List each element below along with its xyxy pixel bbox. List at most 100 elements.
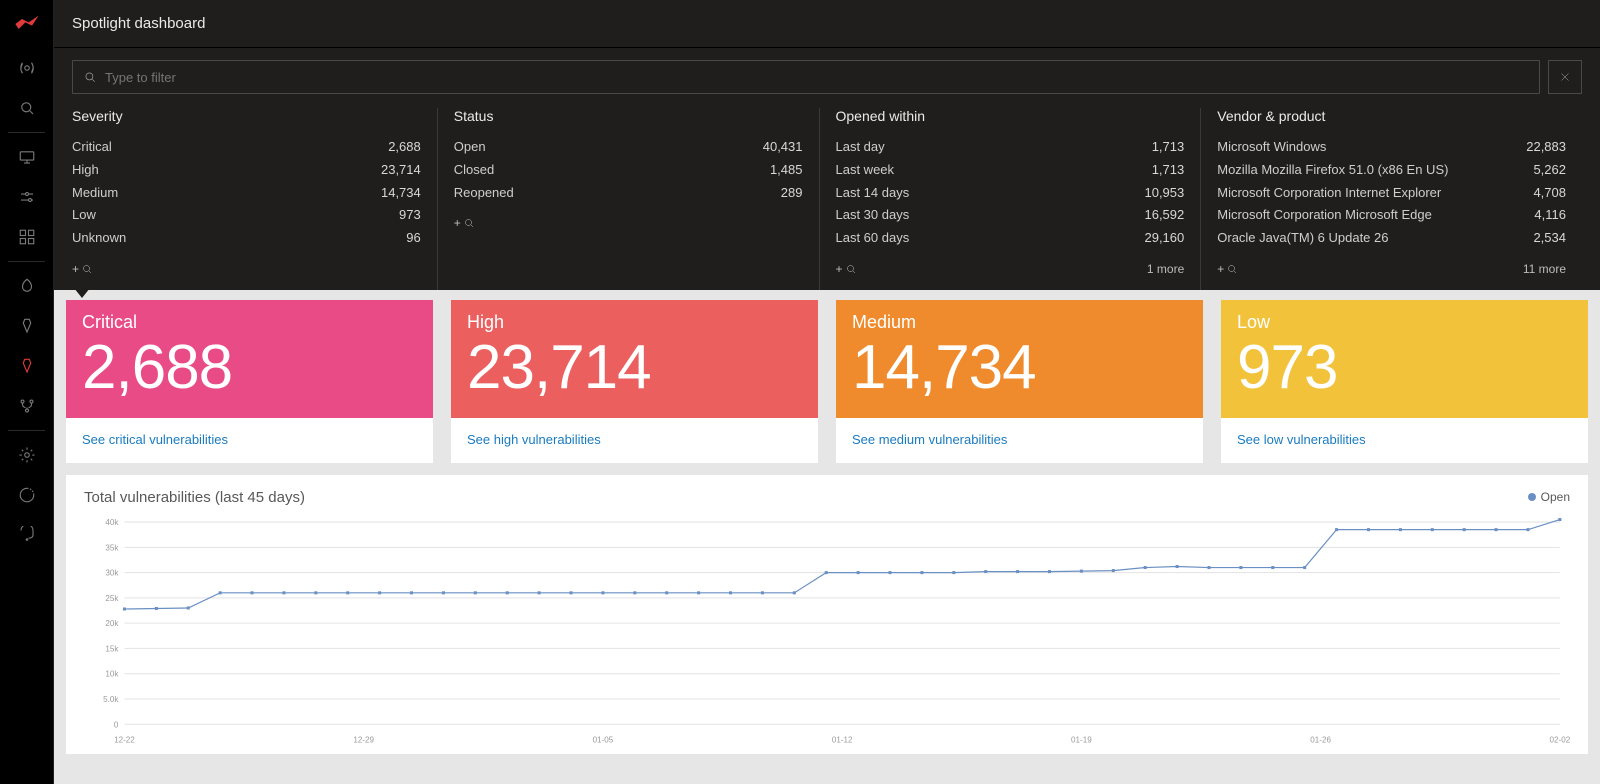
nav-item-branch[interactable] bbox=[0, 386, 53, 426]
facet-row-label: Open bbox=[454, 136, 486, 159]
facet-row-value: 22,883 bbox=[1526, 136, 1566, 159]
facet-row[interactable]: Last 14 days10,953 bbox=[836, 182, 1185, 205]
card-label: Critical bbox=[82, 312, 417, 333]
svg-text:15k: 15k bbox=[105, 644, 119, 653]
card-value: 14,734 bbox=[852, 331, 1187, 405]
brand-logo bbox=[0, 0, 53, 48]
facet-row-label: Last week bbox=[836, 159, 895, 182]
nav-item-investigate[interactable] bbox=[0, 88, 53, 128]
facet-more[interactable]: 11 more bbox=[1523, 262, 1566, 276]
svg-text:02-02: 02-02 bbox=[1550, 735, 1570, 744]
facet-row[interactable]: Mozilla Mozilla Firefox 51.0 (x86 En US)… bbox=[1217, 159, 1566, 182]
facet-row-value: 289 bbox=[781, 182, 803, 205]
facet-row[interactable]: High 23,714 bbox=[72, 159, 421, 182]
facet-title: Vendor & product bbox=[1217, 108, 1566, 124]
facet-row-value: 973 bbox=[399, 204, 421, 227]
facet-title: Severity bbox=[72, 108, 421, 124]
nav-item-spotlight[interactable] bbox=[0, 346, 53, 386]
facet-row[interactable]: Medium 14,734 bbox=[72, 182, 421, 205]
nav-item-discover[interactable] bbox=[0, 266, 53, 306]
nav-item-activity[interactable] bbox=[0, 48, 53, 88]
facet-add-search[interactable]: + bbox=[836, 262, 857, 276]
facet-row[interactable]: Microsoft Windows22,883 bbox=[1217, 136, 1566, 159]
facet-row-label: Microsoft Corporation Microsoft Edge bbox=[1217, 204, 1432, 227]
search-icon bbox=[1226, 263, 1238, 275]
nav-item-hosts[interactable] bbox=[0, 137, 53, 177]
card-label: Medium bbox=[852, 312, 1187, 333]
card-link[interactable]: See medium vulnerabilities bbox=[836, 418, 1203, 463]
nav-item-settings[interactable] bbox=[0, 435, 53, 475]
facet-title: Opened within bbox=[836, 108, 1185, 124]
facet-row[interactable]: Open40,431 bbox=[454, 136, 803, 159]
nav-item-intel[interactable] bbox=[0, 306, 53, 346]
svg-text:01-26: 01-26 bbox=[1310, 735, 1331, 744]
facet-status: Status Open40,431Closed 1,485Reopened289 + bbox=[437, 108, 819, 290]
filter-input[interactable] bbox=[105, 70, 1529, 85]
facet-row[interactable]: Last day1,713 bbox=[836, 136, 1185, 159]
nav-item-support[interactable] bbox=[0, 515, 53, 555]
facet-row[interactable]: Microsoft Corporation Microsoft Edge4,11… bbox=[1217, 204, 1566, 227]
facet-row-label: Oracle Java(TM) 6 Update 26 bbox=[1217, 227, 1388, 250]
card-value: 23,714 bbox=[467, 331, 802, 405]
plus-icon: + bbox=[454, 216, 461, 230]
svg-text:12-29: 12-29 bbox=[353, 735, 374, 744]
facet-row[interactable]: Last 30 days16,592 bbox=[836, 204, 1185, 227]
facet-row[interactable]: Reopened289 bbox=[454, 182, 803, 205]
facet-row-value: 14,734 bbox=[381, 182, 421, 205]
facet-row-value: 16,592 bbox=[1144, 204, 1184, 227]
facet-row[interactable]: Critical2,688 bbox=[72, 136, 421, 159]
card-value: 973 bbox=[1237, 331, 1572, 405]
facet-row-label: Closed bbox=[454, 159, 494, 182]
severity-card-low: Low973See low vulnerabilities bbox=[1221, 300, 1588, 463]
titlebar: Spotlight dashboard bbox=[54, 0, 1600, 48]
nav-item-configuration[interactable] bbox=[0, 177, 53, 217]
severity-card-medium: Medium14,734 See medium vulnerabilities bbox=[836, 300, 1203, 463]
filter-panel: Severity Critical2,688High 23,714 Medium 14,… bbox=[54, 48, 1600, 290]
search-icon bbox=[83, 70, 97, 84]
page-title: Spotlight dashboard bbox=[72, 15, 205, 32]
facet-row[interactable]: Low973 bbox=[72, 204, 421, 227]
dashboard-content: Critical2,688 See critical vulnerabilitie… bbox=[54, 290, 1600, 784]
facet-row-label: Microsoft Corporation Internet Explorer bbox=[1217, 182, 1441, 205]
nav-sidebar bbox=[0, 0, 54, 784]
severity-card-critical: Critical2,688 See critical vulnerabilitie… bbox=[66, 300, 433, 463]
facet-row-label: High bbox=[72, 159, 99, 182]
svg-text:0: 0 bbox=[114, 720, 119, 729]
nav-item-falcon[interactable] bbox=[0, 475, 53, 515]
search-icon bbox=[463, 217, 475, 229]
facet-row[interactable]: Last week1,713 bbox=[836, 159, 1185, 182]
facet-add-search[interactable]: + bbox=[454, 216, 475, 230]
facet-row-label: Unknown bbox=[72, 227, 126, 250]
facet-more[interactable]: 1 more bbox=[1147, 262, 1184, 276]
chart-panel: Total vulnerabilities (last 45 days) Ope… bbox=[66, 475, 1588, 755]
svg-text:25k: 25k bbox=[105, 594, 119, 603]
facet-title: Status bbox=[454, 108, 803, 124]
facet-row-value: 1,485 bbox=[770, 159, 803, 182]
facet-row-label: Mozilla Mozilla Firefox 51.0 (x86 En US) bbox=[1217, 159, 1448, 182]
facet-row[interactable]: Last 60 days29,160 bbox=[836, 227, 1185, 250]
facet-add-search[interactable]: + bbox=[72, 262, 93, 276]
facet-row-label: Medium bbox=[72, 182, 118, 205]
facet-row[interactable]: Closed 1,485 bbox=[454, 159, 803, 182]
facet-add-search[interactable]: + bbox=[1217, 262, 1238, 276]
card-link[interactable]: See low vulnerabilities bbox=[1221, 418, 1588, 463]
legend-label: Open bbox=[1541, 490, 1570, 504]
facet-row-value: 23,714 bbox=[381, 159, 421, 182]
card-link[interactable]: See critical vulnerabilities bbox=[66, 418, 433, 463]
card-link[interactable]: See high vulnerabilities bbox=[451, 418, 818, 463]
filter-search[interactable] bbox=[72, 60, 1540, 94]
svg-text:5.0k: 5.0k bbox=[103, 695, 119, 704]
facet-row[interactable]: Unknown 96 bbox=[72, 227, 421, 250]
svg-text:01-05: 01-05 bbox=[593, 735, 614, 744]
card-value: 2,688 bbox=[82, 331, 417, 405]
facet-row-value: 1,713 bbox=[1152, 136, 1185, 159]
nav-item-dashboards[interactable] bbox=[0, 217, 53, 257]
facet-row-value: 96 bbox=[406, 227, 420, 250]
facet-row[interactable]: Oracle Java(TM) 6 Update 262,534 bbox=[1217, 227, 1566, 250]
facet-row-label: Last 14 days bbox=[836, 182, 910, 205]
clear-filter-button[interactable] bbox=[1548, 60, 1582, 94]
svg-text:20k: 20k bbox=[105, 619, 119, 628]
facet-row[interactable]: Microsoft Corporation Internet Explorer4… bbox=[1217, 182, 1566, 205]
search-icon bbox=[845, 263, 857, 275]
plus-icon: + bbox=[1217, 262, 1224, 276]
